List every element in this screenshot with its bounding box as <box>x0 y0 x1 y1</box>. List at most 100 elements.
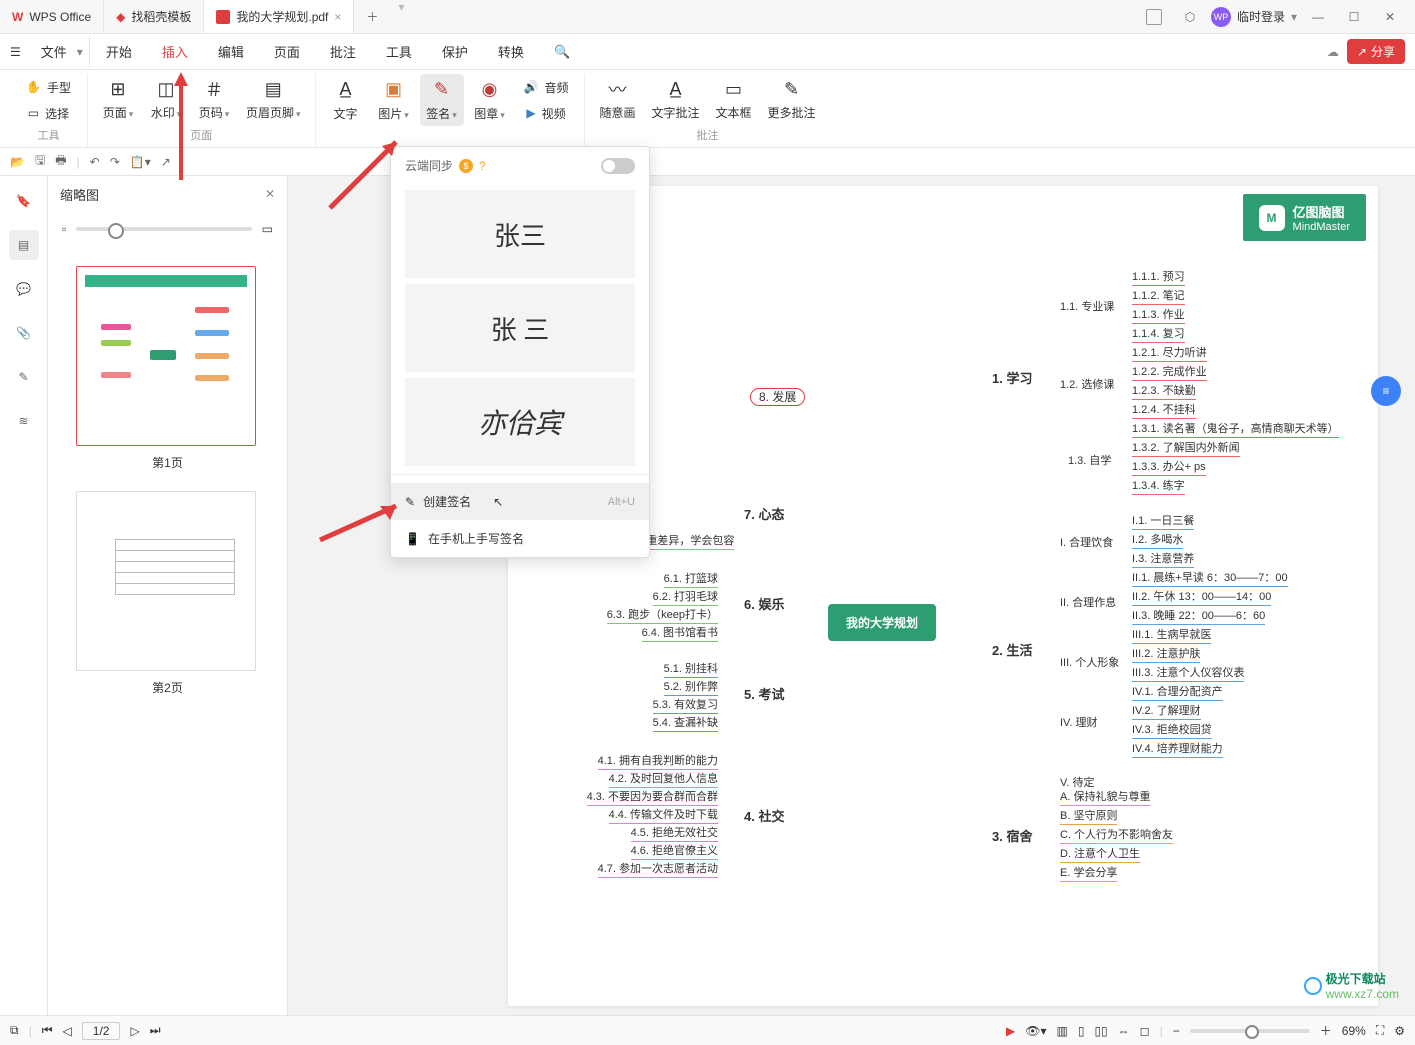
login-label[interactable]: 临时登录 <box>1237 8 1285 25</box>
sb-fitpage-icon[interactable]: ◻ <box>1140 1024 1150 1038</box>
ribbon-page[interactable]: ⊞页面 <box>96 74 140 125</box>
rail-attachments-icon[interactable]: 📎 <box>9 318 39 348</box>
menu-insert[interactable]: 插入 <box>148 36 202 67</box>
qb-redo-icon[interactable]: ↷ <box>110 155 120 169</box>
tab-close-icon[interactable]: × <box>334 10 341 24</box>
window-close-icon[interactable]: ✕ <box>1375 2 1405 32</box>
ribbon-audio[interactable]: 🔊音频 <box>516 74 577 100</box>
page-indicator[interactable]: 1/2 <box>82 1022 121 1040</box>
leaf: 1.2.2. 完成作业 <box>1132 363 1207 381</box>
leaf: 4.6. 拒绝官僚主义 <box>631 842 718 860</box>
create-signature-action[interactable]: ✎ 创建签名 ↖ Alt+U <box>391 483 649 520</box>
sb-fullscreen-icon[interactable]: ⛶ <box>1376 1023 1384 1038</box>
sub-life: II. 合理作息 <box>1060 594 1116 610</box>
ribbon-moreannot[interactable]: ✎更多批注 <box>762 74 822 125</box>
ribbon-pagenum[interactable]: ＃页码 <box>192 74 236 125</box>
menu-tools[interactable]: 工具 <box>372 36 426 67</box>
zoom-value[interactable]: 69% <box>1342 1024 1366 1038</box>
tab-templates[interactable]: ◆找稻壳模板 <box>104 0 204 33</box>
ribbon-textbox[interactable]: ▭文本框 <box>710 74 758 125</box>
thumb-size-large-icon[interactable]: ▭ <box>262 222 273 236</box>
zoom-out-icon[interactable]: − <box>1173 1024 1180 1038</box>
cloud-sync-toggle[interactable] <box>601 158 635 174</box>
leaf: B. 坚守原则 <box>1060 807 1117 825</box>
share-button[interactable]: ↗ 分享 <box>1347 39 1405 64</box>
ribbon-text[interactable]: A̲文字 <box>324 74 368 126</box>
qb-open-icon[interactable]: 📂 <box>10 155 25 169</box>
sb-prev-page-icon[interactable]: ◁ <box>63 1024 72 1038</box>
sub-life: I. 合理饮食 <box>1060 534 1113 550</box>
sb-settings-icon[interactable]: ⚙ <box>1394 1024 1405 1038</box>
menu-start[interactable]: 开始 <box>92 36 146 67</box>
image-icon: ▣ <box>383 79 405 101</box>
hamburger-icon[interactable]: ☰ <box>10 45 21 59</box>
signature-card-2[interactable]: 张 三 <box>405 284 635 372</box>
qb-print-icon[interactable]: 🖶 <box>55 151 66 172</box>
thumbnail-panel-close-icon[interactable]: ✕ <box>265 187 275 201</box>
ribbon-stamp[interactable]: ◉图章 <box>468 74 512 126</box>
leaf: III.3. 注意个人仪容仪表 <box>1132 664 1244 682</box>
sb-layout-icon[interactable]: ▥ <box>1057 1024 1068 1038</box>
thumbnail-page-1[interactable]: 第1页 <box>76 266 259 471</box>
thumbnail-page-2[interactable]: 第2页 <box>76 491 259 696</box>
leaf: I.2. 多喝水 <box>1132 531 1183 549</box>
menu-search-icon[interactable]: 🔍 <box>540 38 584 66</box>
window-minimize-icon[interactable]: — <box>1303 2 1333 32</box>
mobile-signature-action[interactable]: 📱 在手机上手写签名 <box>391 520 649 557</box>
menu-convert[interactable]: 转换 <box>484 36 538 67</box>
ribbon-freehand[interactable]: 〰随意画 <box>593 74 641 125</box>
sb-double-icon[interactable]: ▯▯ <box>1094 1024 1107 1038</box>
menu-page[interactable]: 页面 <box>260 36 314 67</box>
ribbon-select-tool[interactable]: ▭选择 <box>18 100 79 126</box>
leaf: IV.2. 了解理财 <box>1132 702 1201 720</box>
tab-document[interactable]: 我的大学规划.pdf× <box>204 0 354 33</box>
signature-card-3[interactable]: 亦佮宾 <box>405 378 635 466</box>
ribbon-textannot[interactable]: A̲文字批注 <box>646 74 706 125</box>
qb-more-icon[interactable]: ↗ <box>161 155 171 169</box>
ribbon-video[interactable]: ▶视频 <box>516 100 577 126</box>
help-icon[interactable]: ? <box>479 159 486 173</box>
rail-bookmark-icon[interactable]: 🔖 <box>9 186 39 216</box>
rail-layers-icon[interactable]: ≋ <box>9 406 39 436</box>
qb-paste-icon[interactable]: 📋▾ <box>130 155 151 169</box>
signature-card-1[interactable]: 张三 <box>405 190 635 278</box>
tab-wps-home[interactable]: WWPS Office <box>0 0 104 33</box>
sb-last-page-icon[interactable]: ⏭ <box>150 1023 161 1038</box>
thumbnail-size-slider[interactable] <box>76 227 251 231</box>
rail-thumbnails-icon[interactable]: ▤ <box>9 230 39 260</box>
tutorial-arrow-1 <box>174 72 188 180</box>
ribbon-headerfooter[interactable]: ▤页眉页脚 <box>240 74 307 125</box>
sb-next-page-icon[interactable]: ▷ <box>130 1024 139 1038</box>
window-maximize-icon[interactable]: ☐ <box>1339 2 1369 32</box>
ribbon-hand-tool[interactable]: ✋手型 <box>18 74 79 100</box>
rail-comments-icon[interactable]: 💬 <box>9 274 39 304</box>
zoom-slider[interactable] <box>1190 1029 1310 1033</box>
cloud-sync-icon[interactable]: ☁ <box>1327 45 1339 59</box>
zoom-in-icon[interactable]: ＋ <box>1320 1022 1332 1039</box>
menu-protect[interactable]: 保护 <box>428 36 482 67</box>
ribbon-signature[interactable]: ✎签名 <box>420 74 464 126</box>
menu-annotate[interactable]: 批注 <box>316 36 370 67</box>
leaf: I.1. 一日三餐 <box>1132 512 1194 530</box>
leaf: 1.2.4. 不挂科 <box>1132 401 1196 419</box>
thumb-size-small-icon[interactable]: ▫ <box>62 222 66 236</box>
sb-first-page-icon[interactable]: ⏮ <box>42 1023 53 1038</box>
qb-undo-icon[interactable]: ↶ <box>90 155 100 169</box>
appstore-icon[interactable] <box>1139 2 1169 32</box>
sb-panel-icon[interactable]: ⧉ <box>10 1023 19 1038</box>
mindmaster-badge: M 亿图脑图MindMaster <box>1243 194 1366 241</box>
leaf: 4.4. 传输文件及时下载 <box>609 806 718 824</box>
menu-file[interactable]: 文件 <box>27 36 81 67</box>
rail-signature-icon[interactable]: ✎ <box>9 362 39 392</box>
floating-action-button[interactable]: ≡ <box>1371 376 1401 406</box>
new-tab-button[interactable]: ＋ <box>354 0 390 33</box>
sb-single-icon[interactable]: ▯ <box>1078 1024 1085 1038</box>
menu-edit[interactable]: 编辑 <box>204 36 258 67</box>
avatar[interactable]: WP <box>1211 7 1231 27</box>
sb-fitwidth-icon[interactable]: ⇔ <box>1118 1024 1130 1038</box>
sb-read-icon[interactable]: 👁▾ <box>1025 1024 1046 1038</box>
cube-icon[interactable]: ⬡ <box>1175 2 1205 32</box>
sb-play-icon[interactable]: ▶ <box>1006 1024 1015 1038</box>
ribbon-image[interactable]: ▣图片 <box>372 74 416 126</box>
qb-save-icon[interactable]: 🖫 <box>35 151 45 172</box>
